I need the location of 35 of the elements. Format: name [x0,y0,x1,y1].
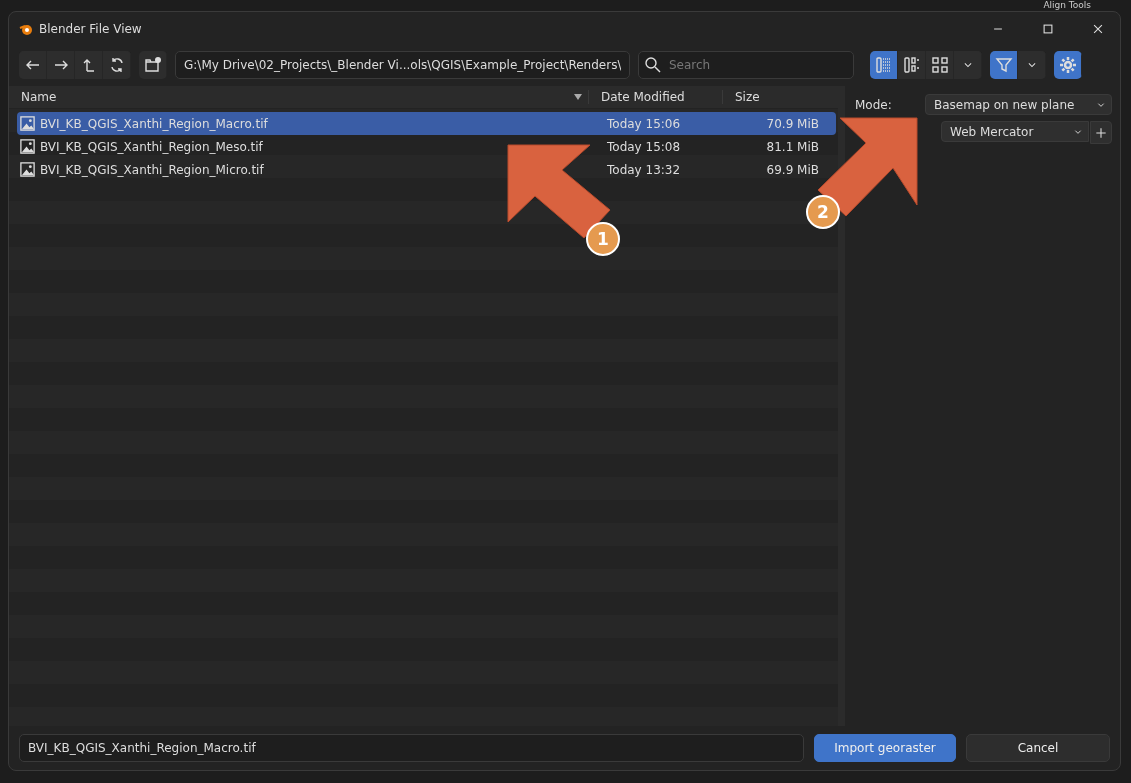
panel-title: Align Tools [1043,0,1091,10]
vertical-list-view-icon [874,56,893,74]
horizontal-list-view-icon [902,56,921,74]
maximize-icon [1041,22,1055,36]
image-file-icon [19,138,36,155]
column-header[interactable]: Size [723,90,760,104]
column-header[interactable]: Name [9,90,57,104]
filter-icon [994,56,1013,74]
filename-field[interactable]: BVI_KB_QGIS_Xanthi_Region_Macro.tif [19,734,804,762]
file-row[interactable]: BVI_KB_QGIS_Xanthi_Region_Micro.tif Today 13:32 69.9 MiB [17,158,836,181]
window-title: Blender File View [39,22,143,36]
cancel-button[interactable]: Cancel [966,734,1110,762]
settings-button[interactable] [1054,51,1082,79]
column-header[interactable]: Date Modified [589,90,685,104]
image-file-icon [19,115,36,132]
mode-dropdown[interactable]: Basemap on new plane [925,94,1112,115]
search-icon [644,56,662,74]
projection-dropdown[interactable]: Web Mercator [941,121,1089,142]
image-file-icon [19,161,36,178]
sort-icon [574,93,582,101]
path-field[interactable]: G:\My Drive\02_Projects\_Blender Vi...ols\QGIS\Example_Project\Renders\ [175,51,630,79]
file-row[interactable]: BVI_KB_QGIS_Xanthi_Region_Macro.tif Today 15:06 70.9 MiB [17,112,836,135]
settings-icon [1058,56,1077,74]
view-mode-button[interactable] [870,51,898,79]
thumbnails-view-icon [930,56,949,74]
blender-logo-icon [19,22,33,36]
close-icon [1091,22,1105,36]
search-field[interactable]: Search [638,51,854,79]
folder-plus-icon [143,56,162,74]
import-button[interactable]: Import georaster [814,734,956,762]
file-row[interactable]: BVI_KB_QGIS_Xanthi_Region_Meso.tif Today 15:08 81.1 MiB [17,135,836,158]
plus-icon [1094,125,1108,140]
add-button[interactable] [1090,121,1112,144]
filter-button[interactable] [990,51,1018,79]
mode-label: Mode: [854,97,893,112]
